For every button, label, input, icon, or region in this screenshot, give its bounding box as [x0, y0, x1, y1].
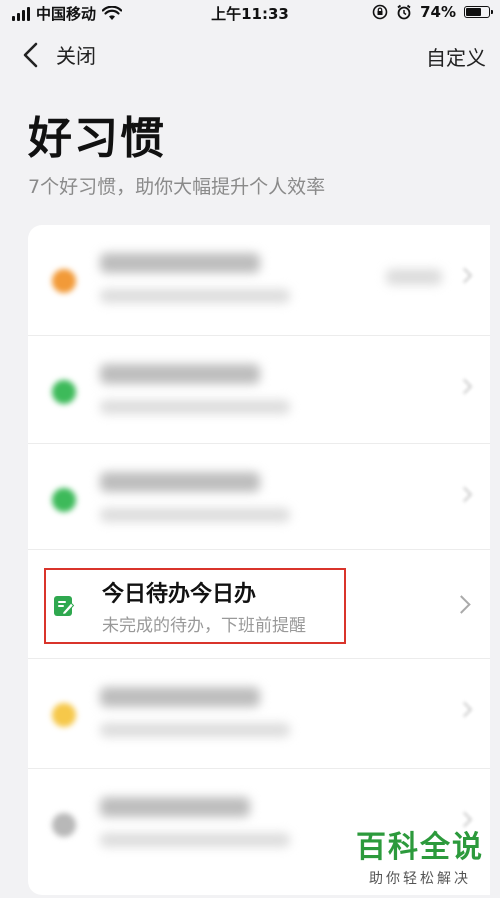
habit-title: 今日待办今日办 — [102, 582, 257, 607]
blurred-title — [100, 253, 260, 273]
chevron-left-icon — [23, 42, 38, 67]
status-bar: 中国移动 上午11:33 74% — [0, 0, 500, 26]
habit-subtitle: 未完成的待办，下班前提醒 — [102, 616, 306, 636]
blurred-subtitle — [100, 723, 290, 737]
page-title: 好习惯 — [28, 113, 166, 164]
chevron-right-icon — [456, 267, 473, 284]
habit-icon — [52, 269, 76, 293]
chevron-right-icon — [456, 378, 473, 395]
watermark-main: 百科全说 — [356, 830, 484, 865]
habit-list: 今日待办今日办 未完成的待办，下班前提醒 — [28, 225, 490, 895]
habit-item-blurred[interactable] — [28, 444, 490, 554]
blurred-title — [100, 364, 260, 384]
habit-item-blurred[interactable] — [28, 336, 490, 446]
screen: 中国移动 上午11:33 74% 关闭 自定义 好习惯 7个好习惯，助你大幅提升… — [0, 0, 500, 898]
nav-bar: 关闭 自定义 — [0, 30, 500, 80]
habit-item-blurred[interactable] — [28, 659, 490, 769]
habit-icon — [52, 703, 76, 727]
blurred-title — [100, 472, 260, 492]
status-right: 74% — [372, 3, 493, 21]
watermark-sub: 助你轻松解决 — [369, 871, 471, 887]
alarm-icon — [397, 4, 411, 20]
chevron-right-icon — [452, 595, 471, 614]
chevron-right-icon — [456, 701, 473, 718]
close-label: 关闭 — [56, 44, 96, 68]
habit-item-blurred[interactable] — [28, 225, 490, 335]
battery-fill — [466, 8, 481, 16]
habit-icon — [52, 488, 76, 512]
page-subtitle: 7个好习惯，助你大幅提升个人效率 — [28, 176, 326, 198]
watermark: 百科全说 助你轻松解决 — [356, 822, 484, 888]
blurred-subtitle — [100, 508, 290, 522]
customize-button[interactable]: 自定义 — [426, 42, 486, 71]
blurred-title — [100, 797, 250, 817]
blurred-subtitle — [100, 289, 290, 303]
chevron-right-icon — [456, 486, 473, 503]
close-button[interactable]: 关闭 — [22, 40, 96, 69]
habit-item-todo-today[interactable]: 今日待办今日办 未完成的待办，下班前提醒 — [28, 550, 490, 658]
battery-percent: 74% — [420, 3, 456, 21]
blurred-title — [100, 687, 260, 707]
blurred-subtitle — [100, 833, 290, 847]
blurred-subtitle — [100, 400, 290, 414]
blurred-status — [386, 269, 442, 285]
battery-icon — [464, 6, 493, 18]
habit-icon — [52, 380, 76, 404]
rotation-lock-icon — [372, 4, 388, 20]
habit-icon — [52, 813, 76, 837]
